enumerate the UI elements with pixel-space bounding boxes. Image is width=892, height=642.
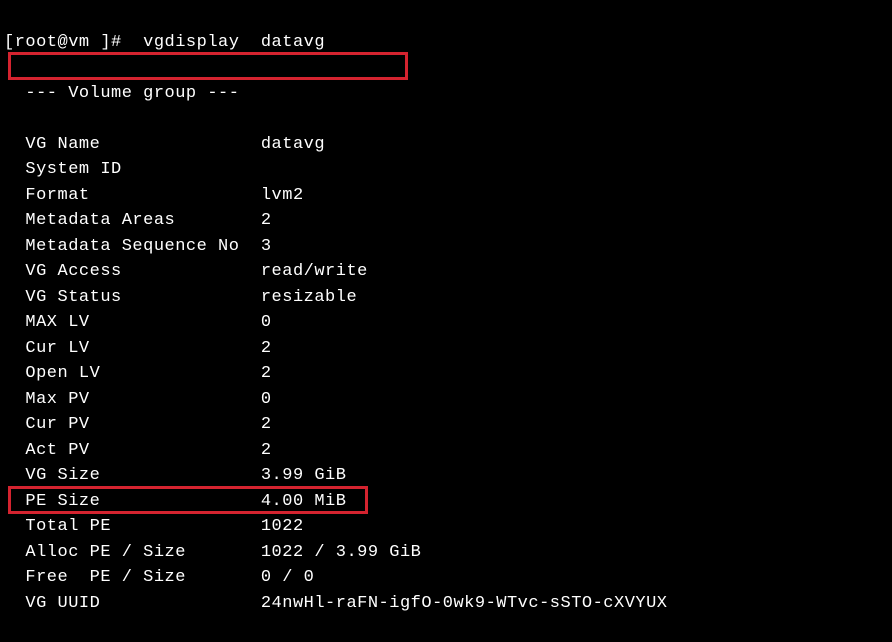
field-label: Free PE / Size: [4, 568, 261, 587]
field-row: VG Status resizable: [4, 285, 888, 311]
field-row: MAX LV 0: [4, 310, 888, 336]
field-row: VG Name datavg: [4, 132, 888, 158]
shell-prompt: [root@vm ]#: [4, 33, 122, 52]
field-row: Total PE 1022: [4, 514, 888, 540]
field-label: VG Size: [4, 466, 261, 485]
field-label: Metadata Areas: [4, 211, 261, 230]
field-value: 3.99 GiB: [261, 466, 347, 485]
field-row: Cur PV 2: [4, 412, 888, 438]
field-label: Format: [4, 186, 261, 205]
field-row: PE Size 4.00 MiB: [4, 489, 888, 515]
field-label: Total PE: [4, 517, 261, 536]
field-row: Metadata Sequence No 3: [4, 234, 888, 260]
field-label: Cur PV: [4, 415, 261, 434]
command-text: vgdisplay datavg: [143, 33, 325, 52]
field-label: Metadata Sequence No: [4, 237, 261, 256]
field-value: 3: [261, 237, 272, 256]
field-value: 2: [261, 211, 272, 230]
field-value: resizable: [261, 288, 357, 307]
section-header: --- Volume group ---: [4, 81, 888, 107]
field-row: Metadata Areas 2: [4, 208, 888, 234]
field-label: Act PV: [4, 441, 261, 460]
field-value: 1022: [261, 517, 304, 536]
field-value: datavg: [261, 135, 325, 154]
field-row: Open LV 2: [4, 361, 888, 387]
field-value: 2: [261, 364, 272, 383]
field-row: Free PE / Size 0 / 0: [4, 565, 888, 591]
terminal-output: [root@vm ]# vgdisplay datavg --- Volume …: [4, 4, 888, 642]
field-label: VG Access: [4, 262, 261, 281]
field-label: PE Size: [4, 492, 261, 511]
field-label: VG Status: [4, 288, 261, 307]
field-row: VG Access read/write: [4, 259, 888, 285]
field-value: lvm2: [261, 186, 304, 205]
field-value: 2: [261, 415, 272, 434]
field-row: VG Size 3.99 GiB: [4, 463, 888, 489]
field-label: Cur LV: [4, 339, 261, 358]
field-value: 24nwHl-raFN-igfO-0wk9-WTvc-sSTO-cXVYUX: [261, 594, 668, 613]
field-value: 0: [261, 390, 272, 409]
field-label: System ID: [4, 160, 261, 179]
field-label: Open LV: [4, 364, 261, 383]
field-row: VG UUID 24nwHl-raFN-igfO-0wk9-WTvc-sSTO-…: [4, 591, 888, 617]
field-label: VG UUID: [4, 594, 261, 613]
field-value: read/write: [261, 262, 368, 281]
field-label: MAX LV: [4, 313, 261, 332]
field-row: Act PV 2: [4, 438, 888, 464]
field-row: Alloc PE / Size 1022 / 3.99 GiB: [4, 540, 888, 566]
field-value: 0 / 0: [261, 568, 315, 587]
command-line: [root@vm ]# vgdisplay datavg: [4, 30, 888, 56]
field-value: 0: [261, 313, 272, 332]
field-value: 2: [261, 339, 272, 358]
field-row: System ID: [4, 157, 888, 183]
field-label: VG Name: [4, 135, 261, 154]
field-label: Max PV: [4, 390, 261, 409]
field-label: Alloc PE / Size: [4, 543, 261, 562]
field-value: 4.00 MiB: [261, 492, 347, 511]
field-row: Max PV 0: [4, 387, 888, 413]
field-value: 1022 / 3.99 GiB: [261, 543, 422, 562]
field-row: Format lvm2: [4, 183, 888, 209]
field-value: 2: [261, 441, 272, 460]
field-row: Cur LV 2: [4, 336, 888, 362]
